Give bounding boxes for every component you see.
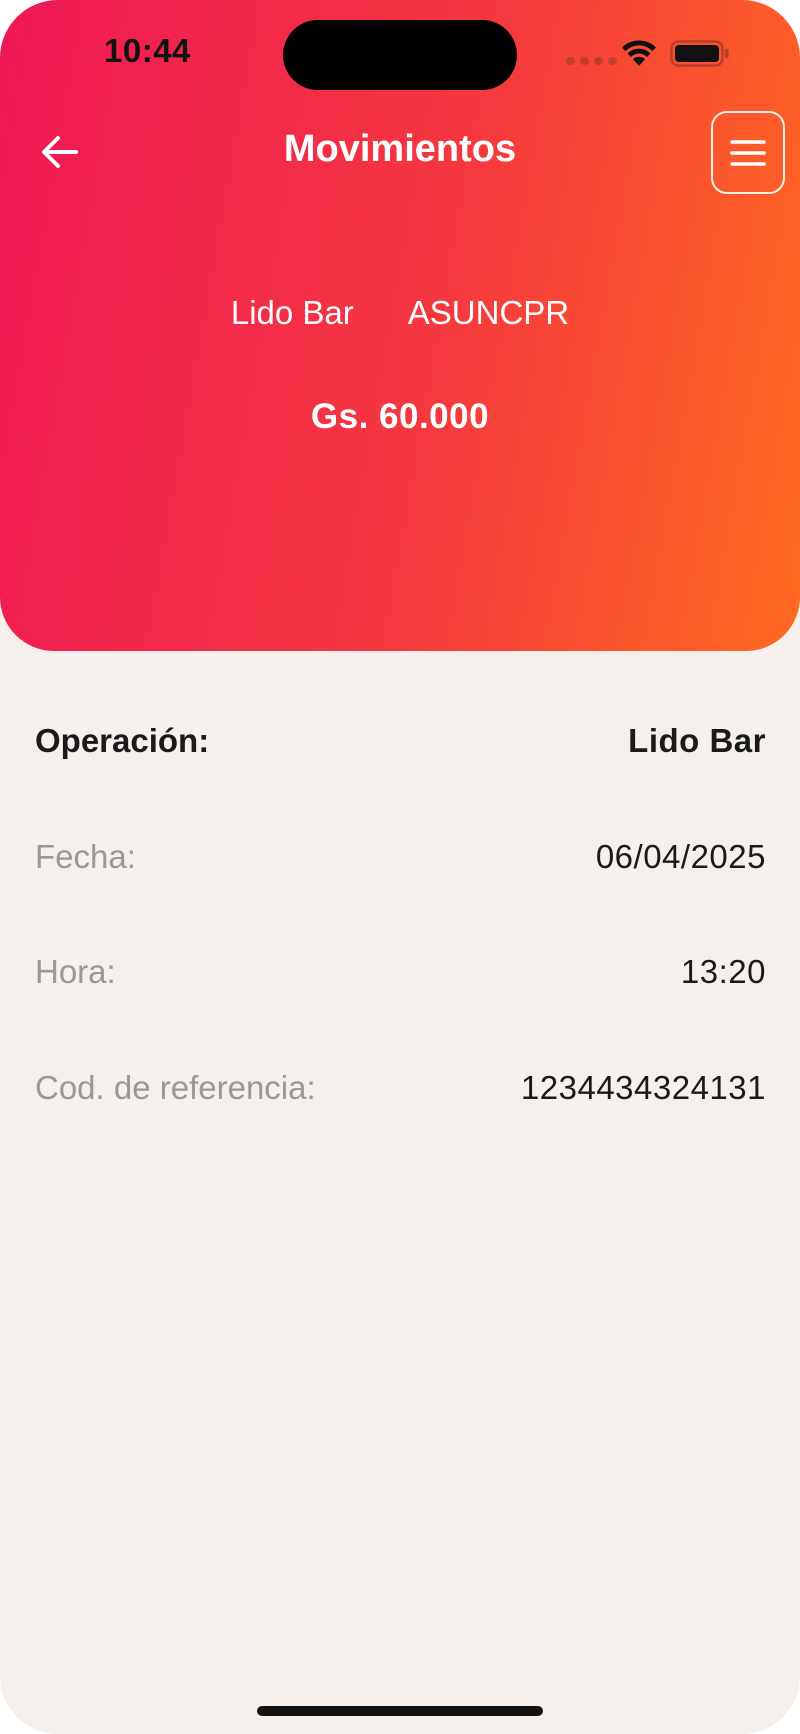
hamburger-menu-icon [730, 139, 766, 166]
merchant-name: Lido Bar [230, 294, 354, 331]
home-indicator[interactable] [257, 1706, 543, 1716]
back-button[interactable] [36, 128, 84, 176]
merchant-info: Lido Bar ASUNCPR [0, 294, 800, 332]
detail-value: 06/04/2025 [595, 838, 766, 875]
detail-row-time: Hora: 13:20 [35, 953, 766, 991]
detail-label: Fecha: [35, 838, 136, 875]
detail-label: Operación: [35, 722, 210, 759]
battery-icon [670, 40, 729, 67]
cellular-signal-icon [566, 57, 617, 65]
phone-screen: 10:44 Movimientos Lido Bar ASUNCPR Gs. 6… [0, 0, 800, 1734]
transaction-amount: Gs. 60.000 [310, 397, 490, 436]
status-time: 10:44 [104, 32, 191, 69]
wifi-icon [622, 40, 656, 66]
header-banner: 10:44 Movimientos Lido Bar ASUNCPR Gs. 6… [0, 0, 800, 651]
detail-row-date: Fecha: 06/04/2025 [35, 838, 766, 876]
detail-value: 13:20 [680, 953, 766, 990]
detail-label: Hora: [35, 953, 116, 990]
detail-label: Cod. de referencia: [35, 1069, 316, 1106]
detail-row-operation: Operación: Lido Bar [35, 722, 766, 760]
menu-button[interactable] [711, 111, 785, 194]
page-title: Movimientos [283, 128, 517, 170]
detail-value: Lido Bar [628, 722, 766, 759]
merchant-location: ASUNCPR [407, 294, 570, 331]
detail-value: 1234434324131 [520, 1069, 766, 1106]
arrow-left-icon [42, 136, 78, 168]
detail-row-reference: Cod. de referencia: 1234434324131 [35, 1069, 766, 1107]
dynamic-island [283, 20, 517, 90]
